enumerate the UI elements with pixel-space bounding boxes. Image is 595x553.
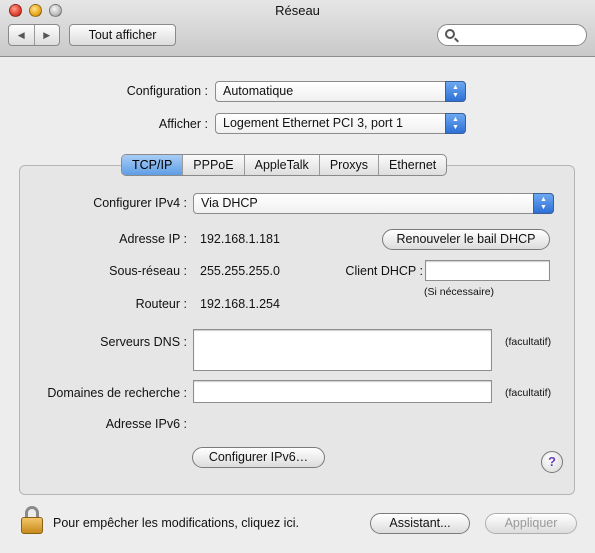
search-icon bbox=[445, 29, 455, 39]
tab-tcpip[interactable]: TCP/IP bbox=[122, 155, 183, 175]
popup-arrows-icon: ▲ ▼ bbox=[445, 113, 466, 134]
assistant-button[interactable]: Assistant... bbox=[370, 513, 470, 534]
renew-dhcp-lease-button[interactable]: Renouveler le bail DHCP bbox=[382, 229, 550, 250]
tab-pppoe[interactable]: PPPoE bbox=[182, 155, 243, 175]
show-all-button[interactable]: Tout afficher bbox=[69, 24, 176, 46]
show-popup[interactable]: Logement Ethernet PCI 3, port 1 ▲ ▼ bbox=[215, 113, 466, 134]
configure-ipv4-value: Via DHCP bbox=[201, 196, 258, 210]
window-title: Réseau bbox=[275, 3, 320, 18]
back-forward-control: ◀ ▶ bbox=[8, 24, 60, 46]
ip-address-label: Adresse IP : bbox=[119, 232, 187, 246]
lock-icon[interactable] bbox=[21, 506, 45, 534]
show-label: Afficher : bbox=[158, 117, 208, 131]
subnet-mask-label: Sous-réseau : bbox=[109, 264, 187, 278]
tab-proxys[interactable]: Proxys bbox=[318, 155, 378, 175]
configuration-label: Configuration : bbox=[126, 84, 208, 98]
router-value: 192.168.1.254 bbox=[200, 297, 280, 311]
search-field[interactable] bbox=[437, 24, 587, 46]
configure-ipv4-popup[interactable]: Via DHCP ▲ ▼ bbox=[193, 193, 554, 214]
configure-ipv6-button[interactable]: Configurer IPv6… bbox=[192, 447, 325, 468]
forward-arrow-icon[interactable]: ▶ bbox=[33, 25, 60, 45]
tab-bar: TCP/IP PPPoE AppleTalk Proxys Ethernet bbox=[121, 154, 448, 176]
show-value: Logement Ethernet PCI 3, port 1 bbox=[223, 116, 403, 130]
back-arrow-icon[interactable]: ◀ bbox=[9, 25, 34, 45]
dhcp-client-label: Client DHCP : bbox=[345, 264, 423, 278]
configuration-value: Automatique bbox=[223, 84, 294, 98]
search-domains-label: Domaines de recherche : bbox=[47, 386, 187, 400]
if-needed-hint: (Si nécessaire) bbox=[424, 286, 495, 298]
ip-address-value: 192.168.1.181 bbox=[200, 232, 280, 246]
search-domains-optional-hint: (facultatif) bbox=[505, 387, 552, 399]
toolbar: Réseau ◀ ▶ Tout afficher bbox=[0, 0, 595, 57]
tab-appletalk[interactable]: AppleTalk bbox=[243, 155, 319, 175]
tab-ethernet[interactable]: Ethernet bbox=[378, 155, 446, 175]
lock-message[interactable]: Pour empêcher les modifications, cliquez… bbox=[53, 516, 299, 530]
search-domains-field[interactable] bbox=[193, 380, 492, 403]
dns-servers-field[interactable] bbox=[193, 329, 492, 371]
dns-optional-hint: (facultatif) bbox=[505, 336, 552, 348]
apply-button[interactable]: Appliquer bbox=[485, 513, 577, 534]
popup-arrows-icon: ▲ ▼ bbox=[533, 193, 554, 214]
router-label: Routeur : bbox=[135, 297, 187, 311]
subnet-mask-value: 255.255.255.0 bbox=[200, 264, 280, 278]
configuration-popup[interactable]: Automatique ▲ ▼ bbox=[215, 81, 466, 102]
dns-servers-label: Serveurs DNS : bbox=[100, 335, 187, 349]
dhcp-client-field[interactable] bbox=[425, 260, 550, 281]
network-preferences-window: Réseau ◀ ▶ Tout afficher Configuration :… bbox=[0, 0, 595, 553]
help-icon[interactable]: ? bbox=[541, 451, 563, 473]
ipv6-address-label: Adresse IPv6 : bbox=[105, 417, 187, 431]
configure-ipv4-label: Configurer IPv4 : bbox=[93, 196, 187, 210]
popup-arrows-icon: ▲ ▼ bbox=[445, 81, 466, 102]
